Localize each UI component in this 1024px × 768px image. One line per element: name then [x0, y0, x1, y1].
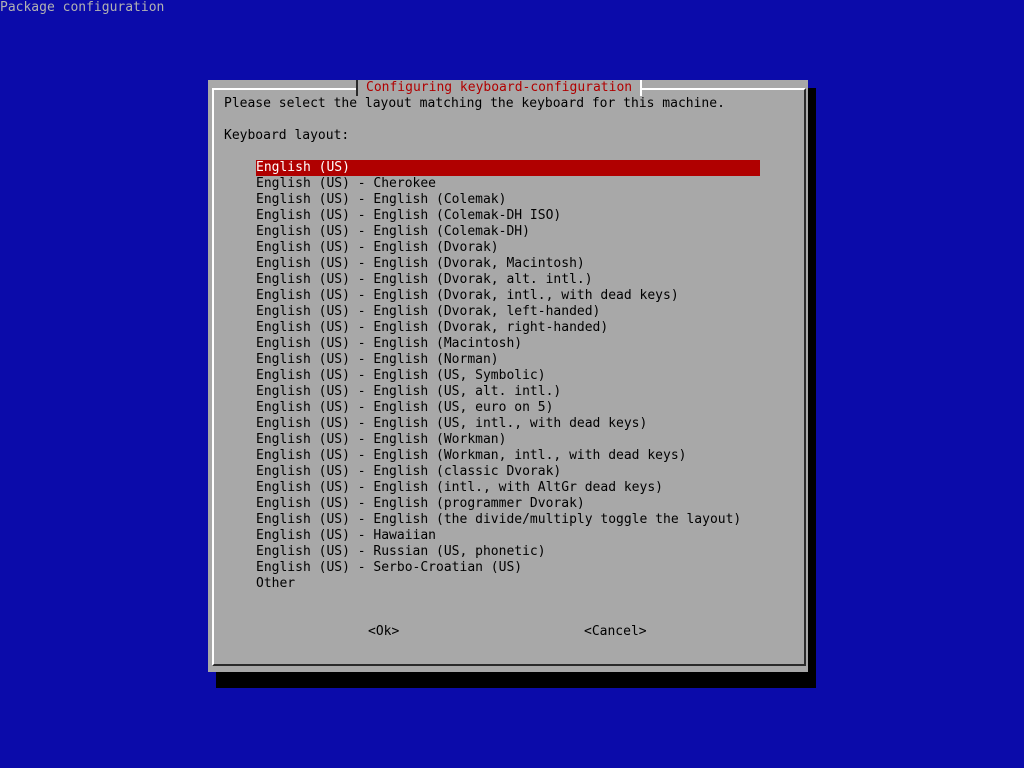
- dialog-title: Configuring keyboard-configuration: [356, 80, 643, 96]
- layout-option[interactable]: English (US) - English (Dvorak): [256, 240, 760, 256]
- layout-option[interactable]: English (US) - English (Dvorak, right-ha…: [256, 320, 760, 336]
- layout-option[interactable]: English (US) - English (US, alt. intl.): [256, 384, 760, 400]
- layout-option[interactable]: English (US) - Cherokee: [256, 176, 760, 192]
- keyboard-layout-list[interactable]: English (US) English (US) - Cherokee Engli…: [256, 160, 760, 592]
- layout-option[interactable]: English (US) - English (intl., with AltG…: [256, 480, 760, 496]
- layout-option[interactable]: English (US) - English (Workman): [256, 432, 760, 448]
- backtitle: Package configuration: [0, 0, 165, 15]
- layout-option[interactable]: Other: [256, 576, 760, 592]
- layout-option[interactable]: English (US) - English (Colemak-DH ISO): [256, 208, 760, 224]
- layout-option[interactable]: English (US) - English (Workman, intl., …: [256, 448, 760, 464]
- layout-option[interactable]: English (US) - English (Dvorak, intl., w…: [256, 288, 760, 304]
- layout-option[interactable]: English (US) - English (Dvorak, Macintos…: [256, 256, 760, 272]
- layout-option[interactable]: English (US) - English (Dvorak, alt. int…: [256, 272, 760, 288]
- dialog-prompt: Please select the layout matching the ke…: [224, 96, 725, 111]
- layout-option[interactable]: English (US) - English (Colemak): [256, 192, 760, 208]
- layout-option[interactable]: English (US): [256, 160, 760, 176]
- keyboard-layout-label: Keyboard layout:: [224, 128, 350, 143]
- cancel-button[interactable]: <Cancel>: [584, 624, 647, 640]
- layout-option[interactable]: English (US) - English (the divide/multi…: [256, 512, 760, 528]
- layout-option[interactable]: English (US) - English (classic Dvorak): [256, 464, 760, 480]
- layout-option[interactable]: English (US) - English (Colemak-DH): [256, 224, 760, 240]
- screen: Package configuration Configuring keyboa…: [0, 0, 1024, 768]
- layout-option[interactable]: English (US) - English (Dvorak, left-han…: [256, 304, 760, 320]
- dialog: Configuring keyboard-configuration Pleas…: [208, 80, 808, 672]
- ok-button[interactable]: <Ok>: [368, 624, 399, 640]
- layout-option[interactable]: English (US) - English (programmer Dvora…: [256, 496, 760, 512]
- layout-option[interactable]: English (US) - Hawaiian: [256, 528, 760, 544]
- layout-option[interactable]: English (US) - Serbo-Croatian (US): [256, 560, 760, 576]
- layout-option[interactable]: English (US) - English (US, euro on 5): [256, 400, 760, 416]
- layout-option[interactable]: English (US) - English (Macintosh): [256, 336, 760, 352]
- layout-option[interactable]: English (US) - English (US, Symbolic): [256, 368, 760, 384]
- layout-option[interactable]: English (US) - English (Norman): [256, 352, 760, 368]
- layout-option[interactable]: English (US) - English (US, intl., with …: [256, 416, 760, 432]
- layout-option[interactable]: English (US) - Russian (US, phonetic): [256, 544, 760, 560]
